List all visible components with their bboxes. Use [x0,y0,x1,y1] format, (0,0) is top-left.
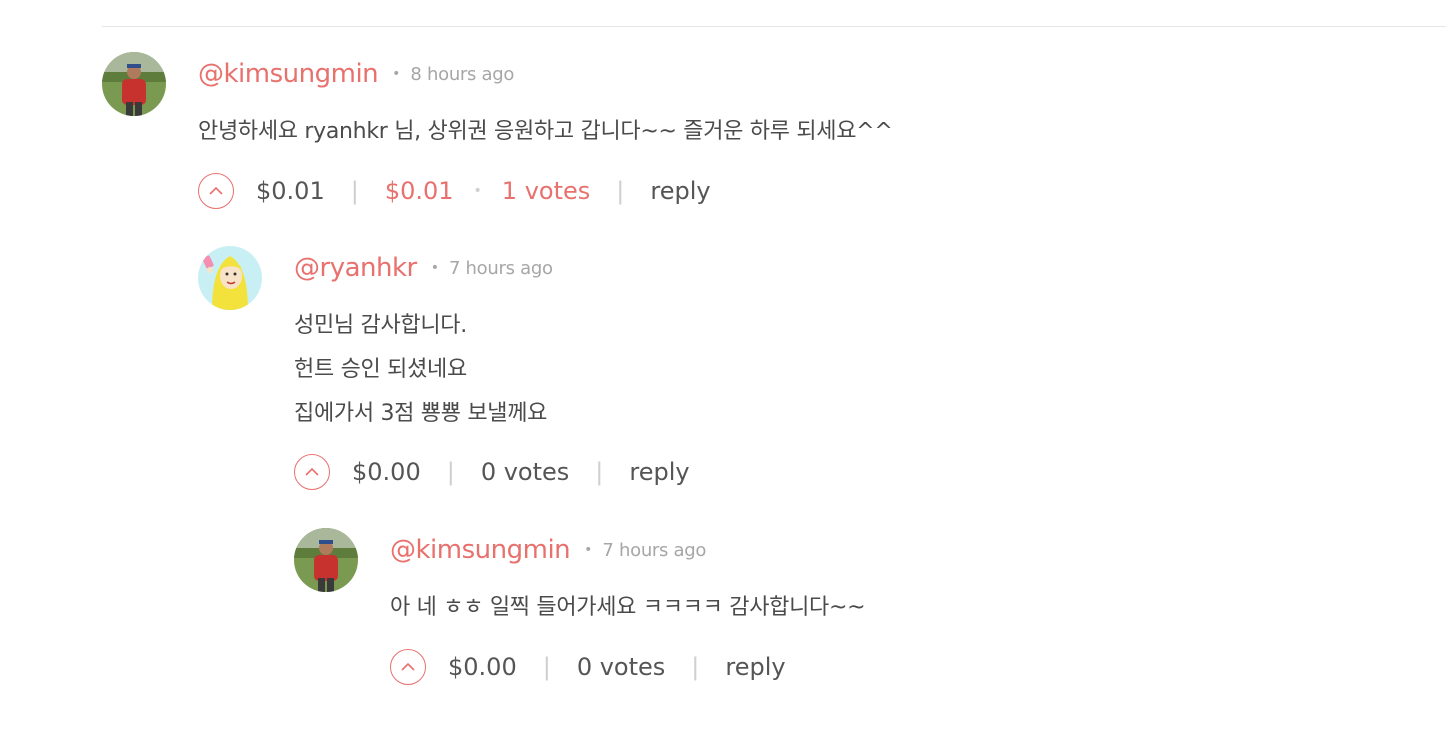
avatar[interactable] [294,528,358,592]
chevron-up-icon [209,186,223,195]
upvote-button[interactable] [294,454,330,490]
comment-text: 헌트 승인 되셨네요 [294,357,467,382]
comment-body: 아 네 ㅎㅎ 일찍 들어가세요 ㅋㅋㅋㅋ 감사합니다~~ [390,586,866,630]
reply-link[interactable]: reply [725,653,785,681]
payout-value: $0.01 [256,177,325,205]
reply-link[interactable]: reply [629,458,689,486]
comment-text: 안녕하세요 ryanhkr 님, 상위권 응원하고 갑니다~~ 즐거운 하루 되… [198,119,893,144]
footer-separator: | [542,653,551,681]
comment-footer: $0.00 | 0 votes | reply [294,452,690,492]
comment-author[interactable]: @ryanhkr [294,253,417,283]
comment-text: 성민님 감사합니다. [294,313,467,338]
footer-separator: | [691,653,700,681]
comment-author[interactable]: @kimsungmin [390,535,571,565]
avatar[interactable] [198,246,262,310]
comment-body: 성민님 감사합니다. 헌트 승인 되셨네요 집에가서 3점 뿅뿅 보낼께요 [294,304,547,436]
upvote-button[interactable] [390,649,426,685]
footer-separator: | [616,177,625,205]
meta-separator: • [584,542,593,558]
footer-separator: | [350,177,359,205]
comment-footer: $0.01 | $0.01 • 1 votes | reply [198,171,711,211]
avatar[interactable] [102,52,166,116]
chevron-up-icon [401,662,415,671]
meta-separator: • [430,260,439,276]
pending-payout[interactable]: $0.01 [385,177,454,205]
reply-link[interactable]: reply [650,177,710,205]
footer-separator: | [595,458,604,486]
footer-dot: • [473,183,482,199]
votes-count[interactable]: 0 votes [577,653,665,681]
comment-footer: $0.00 | 0 votes | reply [390,647,786,687]
comment-time[interactable]: 7 hours ago [602,540,706,561]
chevron-up-icon [305,467,319,476]
comment-time[interactable]: 8 hours ago [410,64,514,85]
comment-author[interactable]: @kimsungmin [198,59,379,89]
comment-text: 아 네 ㅎㅎ 일찍 들어가세요 ㅋㅋㅋㅋ 감사합니다~~ [390,595,866,620]
payout-value: $0.00 [448,653,517,681]
votes-count[interactable]: 1 votes [502,177,590,205]
footer-separator: | [446,458,455,486]
comment-time[interactable]: 7 hours ago [449,258,553,279]
meta-separator: • [392,66,401,82]
upvote-button[interactable] [198,173,234,209]
comment-body: 안녕하세요 ryanhkr 님, 상위권 응원하고 갑니다~~ 즐거운 하루 되… [198,110,893,154]
comment-text: 집에가서 3점 뿅뿅 보낼께요 [294,401,548,426]
payout-value: $0.00 [352,458,421,486]
votes-count[interactable]: 0 votes [481,458,569,486]
top-divider [102,26,1446,27]
